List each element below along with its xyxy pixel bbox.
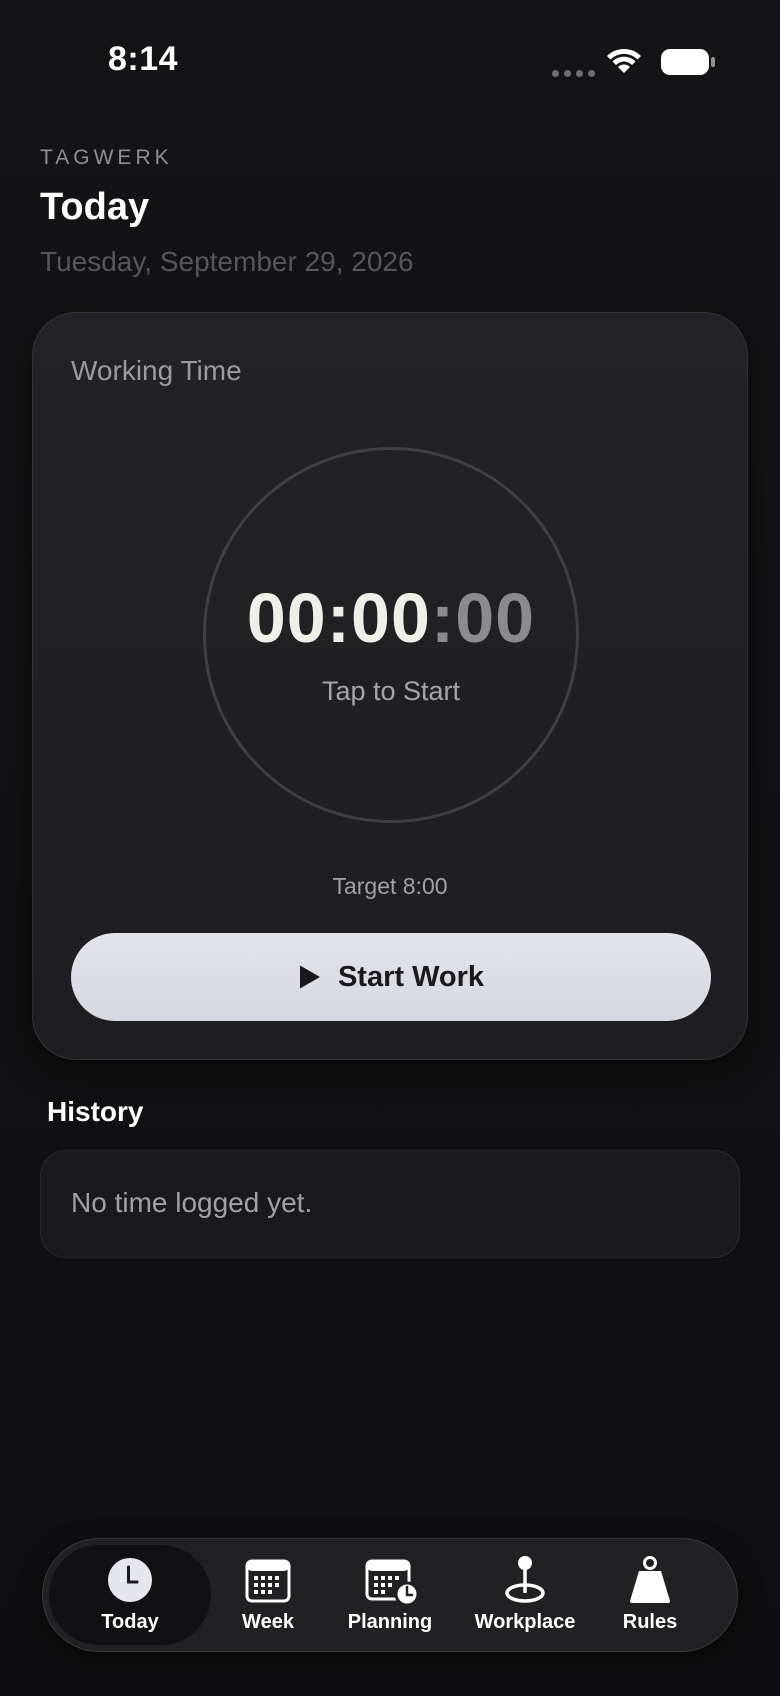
tab-workplace[interactable]: Workplace: [457, 1539, 593, 1650]
status-time: 8:14: [108, 40, 179, 78]
history-list: No time logged yet.: [40, 1150, 740, 1258]
wifi-icon: [607, 48, 641, 73]
calendar-icon: [245, 1559, 291, 1603]
history-heading: History: [47, 1096, 144, 1127]
app-brand: TAGWERK: [40, 146, 173, 169]
battery-icon: [661, 49, 715, 75]
page-date: Tuesday, September 29, 2026: [40, 246, 414, 277]
timer-ring[interactable]: 00:00:00 Tap to Start: [203, 447, 579, 823]
clock-icon: [108, 1558, 152, 1602]
tab-rules[interactable]: Rules: [595, 1539, 705, 1650]
start-work-label: Start Work: [337, 960, 485, 993]
working-time-card: Working Time 00:00:00 Tap to Start Targe…: [32, 312, 748, 1060]
tab-rules-label: Rules: [622, 1611, 678, 1633]
target-time: Target 8:00: [332, 873, 448, 899]
tab-planning-label: Planning: [347, 1611, 433, 1633]
tab-workplace-label: Workplace: [474, 1611, 576, 1633]
weight-icon: [630, 1556, 670, 1603]
tab-week-label: Week: [242, 1611, 294, 1633]
status-bar: 8:14: [0, 0, 780, 130]
timer-hours-minutes: 00:00: [246, 579, 431, 657]
tab-today[interactable]: Today: [49, 1545, 211, 1645]
location-pin-icon: [505, 1556, 545, 1603]
start-work-button[interactable]: Start Work: [71, 933, 711, 1021]
tab-today-label: Today: [101, 1611, 159, 1633]
timer-separator: :: [430, 579, 456, 657]
working-time-label: Working Time: [71, 355, 242, 386]
page-title: Today: [40, 186, 150, 228]
tap-to-start-hint: Tap to Start: [321, 676, 461, 706]
play-icon: [299, 965, 320, 989]
tab-bar: Today Week Planning Workplace Rules: [42, 1538, 738, 1652]
timer-seconds: 00: [455, 579, 536, 657]
calendar-clock-icon: [365, 1559, 420, 1607]
cellular-signal-icon: [552, 70, 595, 77]
timer-display: 00:00:00: [206, 578, 576, 658]
tab-week[interactable]: Week: [213, 1539, 323, 1650]
history-empty-message: No time logged yet.: [71, 1187, 313, 1218]
tab-planning[interactable]: Planning: [325, 1539, 455, 1650]
